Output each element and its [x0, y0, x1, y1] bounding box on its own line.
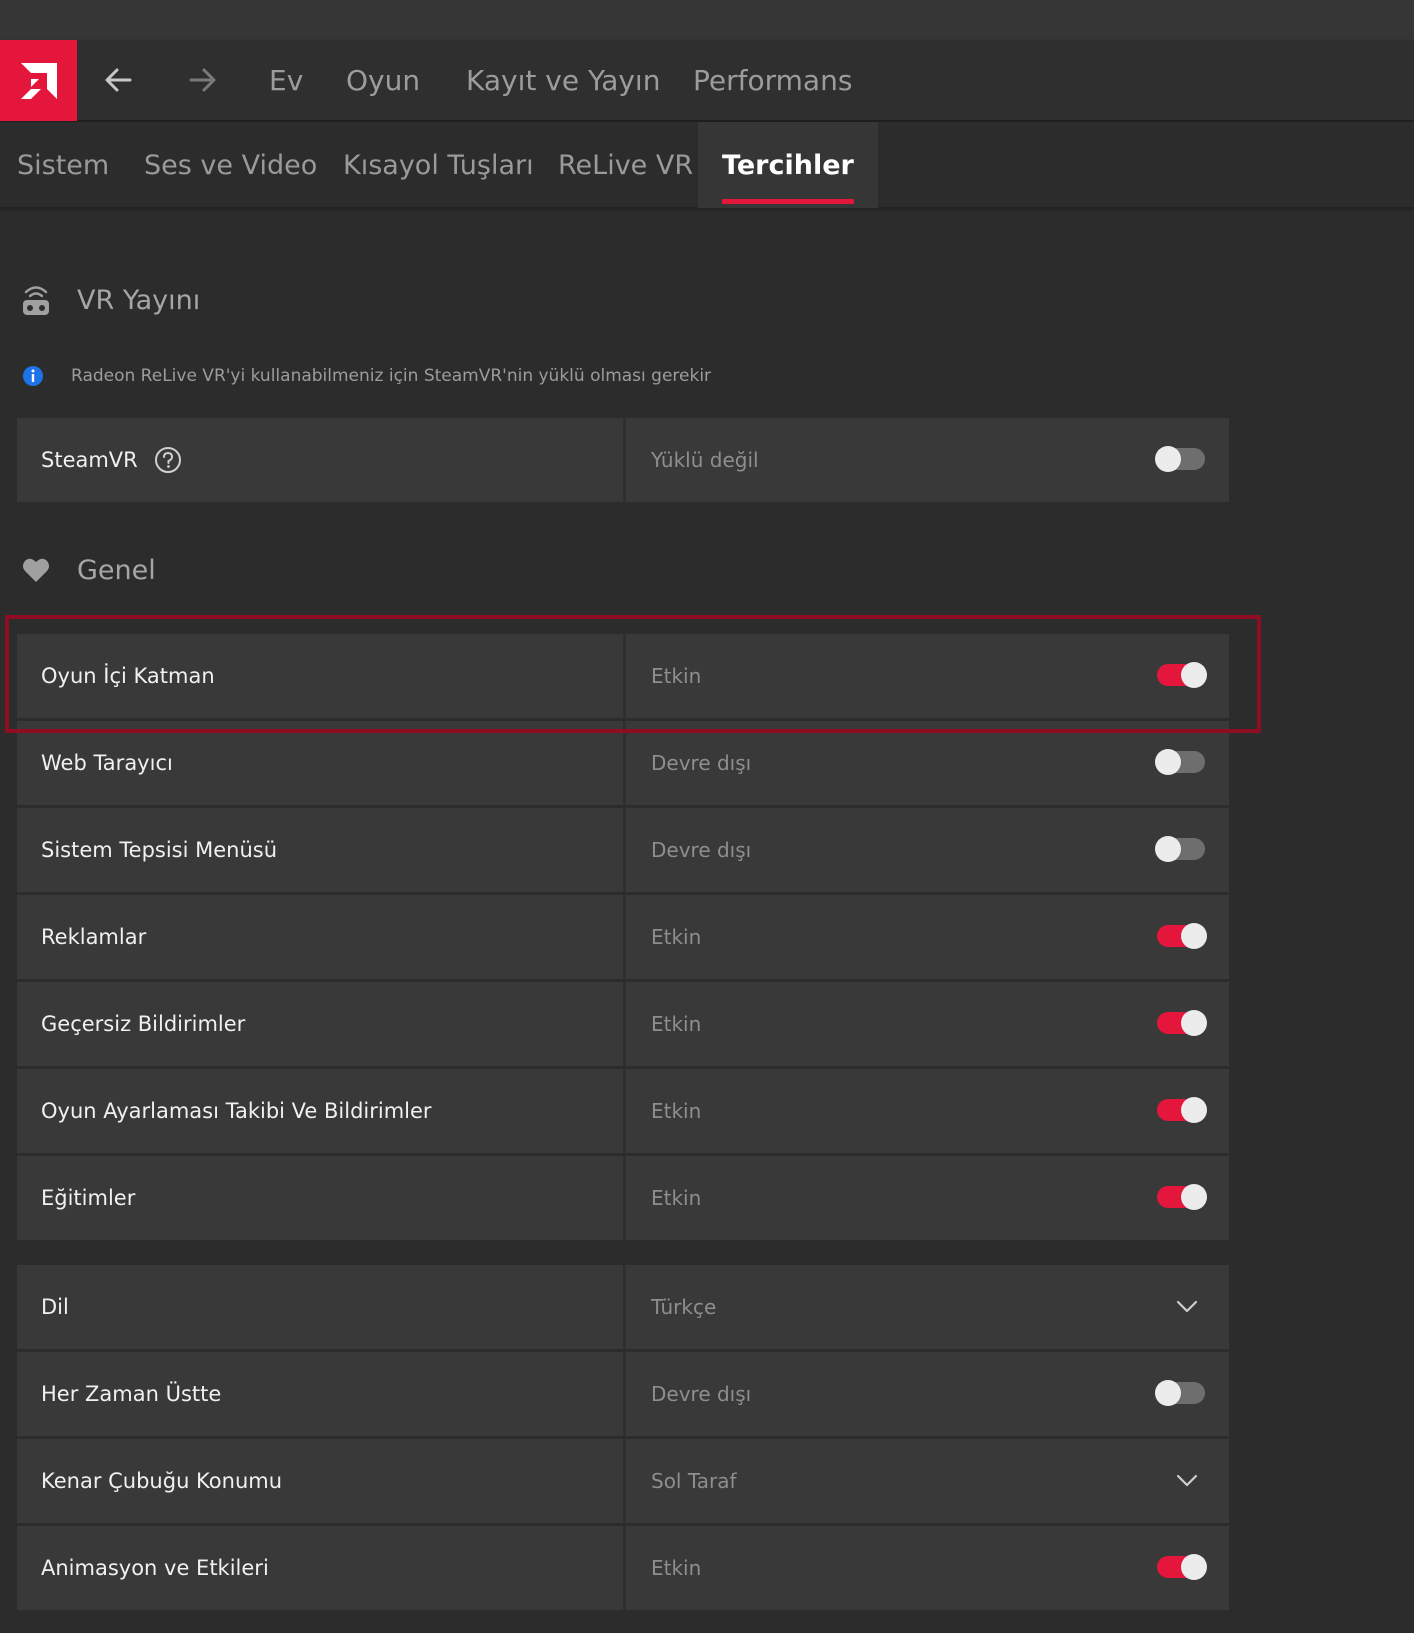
steamvr-toggle[interactable]: [1155, 446, 1205, 472]
vr-section-title: VR Yayını: [77, 284, 201, 316]
setting-label: Oyun Ayarlaması Takibi Ve Bildirimler: [17, 1069, 623, 1153]
info-text: Radeon ReLive VR'yi kullanabilmeniz için…: [71, 366, 712, 386]
setting-row: Web Tarayıcı Devre dışı: [17, 721, 1229, 805]
nav-kayit-ve-yayin[interactable]: Kayıt ve Yayın: [466, 64, 660, 97]
setting-value-cell: Etkin: [626, 1526, 1229, 1610]
forward-button[interactable]: [185, 62, 221, 98]
tab-sistem[interactable]: Sistem: [17, 122, 109, 208]
nav-ev[interactable]: Ev: [269, 64, 303, 97]
setting-value: Devre dışı: [651, 751, 752, 775]
chevron-down-icon[interactable]: [1175, 1295, 1199, 1319]
setting-value: Türkçe: [651, 1295, 717, 1319]
arrow-right-icon: [189, 68, 216, 92]
arrow-left-icon: [105, 68, 132, 92]
toggle-knob: [1155, 1380, 1181, 1406]
setting-value-cell: Etkin: [626, 1069, 1229, 1153]
steamvr-value-cell: Yüklü değil: [626, 418, 1229, 502]
setting-value-cell: Devre dışı: [626, 808, 1229, 892]
toggle-knob: [1181, 1184, 1207, 1210]
tab-tercihler[interactable]: Tercihler: [698, 122, 878, 208]
setting-value-cell[interactable]: Sol Taraf: [626, 1439, 1229, 1523]
setting-label: Kenar Çubuğu Konumu: [17, 1439, 623, 1523]
setting-row: Eğitimler Etkin: [17, 1156, 1229, 1240]
setting-value: Devre dışı: [651, 838, 752, 862]
setting-toggle[interactable]: [1157, 1184, 1207, 1210]
setting-row: Sistem Tepsisi Menüsü Devre dışı: [17, 808, 1229, 892]
toggle-knob: [1181, 1010, 1207, 1036]
setting-row: Reklamlar Etkin: [17, 895, 1229, 979]
back-button[interactable]: [100, 62, 136, 98]
setting-value: Etkin: [651, 925, 702, 949]
setting-row: Animasyon ve Etkileri Etkin: [17, 1526, 1229, 1610]
toggle-knob: [1181, 923, 1207, 949]
toggle-knob: [1155, 749, 1181, 775]
setting-label: Dil: [17, 1265, 623, 1349]
general-section-header: Genel: [20, 550, 156, 590]
amd-logo[interactable]: [0, 40, 77, 121]
setting-row: Geçersiz Bildirimler Etkin: [17, 982, 1229, 1066]
active-tab-indicator: [722, 199, 854, 204]
toggle-knob: [1155, 836, 1181, 862]
amd-logo-icon: [20, 62, 57, 99]
toggle-knob: [1181, 1097, 1207, 1123]
tab-relive-vr[interactable]: ReLive VR: [558, 122, 693, 208]
setting-row: Oyun Ayarlaması Takibi Ve Bildirimler Etk…: [17, 1069, 1229, 1153]
vr-info-message: Radeon ReLive VR'yi kullanabilmeniz için…: [22, 365, 711, 387]
setting-value: Sol Taraf: [651, 1469, 737, 1493]
setting-label: Eğitimler: [17, 1156, 623, 1240]
setting-toggle[interactable]: [1155, 836, 1205, 862]
general-section-title: Genel: [77, 554, 156, 586]
setting-row: Dil Türkçe: [17, 1265, 1229, 1349]
top-navigation: Ev Oyun Kayıt ve Yayın Performans: [0, 40, 1414, 121]
setting-value-cell[interactable]: Türkçe: [626, 1265, 1229, 1349]
steamvr-status: Yüklü değil: [651, 448, 759, 472]
setting-value: Devre dışı: [651, 1382, 752, 1406]
setting-label: Her Zaman Üstte: [17, 1352, 623, 1436]
setting-label: Sistem Tepsisi Menüsü: [17, 808, 623, 892]
setting-value-cell: Etkin: [626, 982, 1229, 1066]
sub-navigation: Sistem Ses ve Video Kısayol Tuşları ReLi…: [0, 122, 1414, 208]
tab-ses-ve-video[interactable]: Ses ve Video: [144, 122, 317, 208]
tab-kisayol-tuslari[interactable]: Kısayol Tuşları: [343, 122, 534, 208]
setting-label: Animasyon ve Etkileri: [17, 1526, 623, 1610]
steamvr-row: SteamVR Yüklü değil: [17, 418, 1229, 502]
toggle-knob: [1181, 1554, 1207, 1580]
setting-label: Web Tarayıcı: [17, 721, 623, 805]
setting-value-cell: Etkin: [626, 1156, 1229, 1240]
setting-row: Kenar Çubuğu Konumu Sol Taraf: [17, 1439, 1229, 1523]
setting-toggle[interactable]: [1155, 749, 1205, 775]
setting-value: Etkin: [651, 1099, 702, 1123]
nav-performans[interactable]: Performans: [693, 64, 852, 97]
highlight-box: [5, 615, 1261, 733]
heart-icon: [20, 552, 52, 588]
setting-toggle[interactable]: [1155, 1380, 1205, 1406]
chevron-down-icon[interactable]: [1175, 1469, 1199, 1493]
setting-label: Reklamlar: [17, 895, 623, 979]
setting-value: Etkin: [651, 1556, 702, 1580]
info-icon: [23, 366, 43, 386]
setting-value: Etkin: [651, 1012, 702, 1036]
setting-toggle[interactable]: [1157, 1097, 1207, 1123]
setting-value-cell: Devre dışı: [626, 1352, 1229, 1436]
setting-value-cell: Etkin: [626, 895, 1229, 979]
setting-value: Etkin: [651, 1186, 702, 1210]
setting-toggle[interactable]: [1157, 1010, 1207, 1036]
setting-label: Geçersiz Bildirimler: [17, 982, 623, 1066]
steamvr-label-cell: SteamVR: [17, 418, 623, 502]
vr-headset-icon: [20, 282, 52, 318]
vr-section-header: VR Yayını: [20, 280, 200, 320]
setting-value-cell: Devre dışı: [626, 721, 1229, 805]
setting-toggle[interactable]: [1157, 1554, 1207, 1580]
steamvr-label: SteamVR: [41, 448, 138, 472]
tab-tercihler-label: Tercihler: [722, 150, 854, 181]
window-titlebar: [0, 0, 1414, 40]
setting-toggle[interactable]: [1157, 923, 1207, 949]
nav-oyun[interactable]: Oyun: [346, 64, 420, 97]
help-icon[interactable]: [154, 446, 182, 474]
setting-row: Her Zaman Üstte Devre dışı: [17, 1352, 1229, 1436]
